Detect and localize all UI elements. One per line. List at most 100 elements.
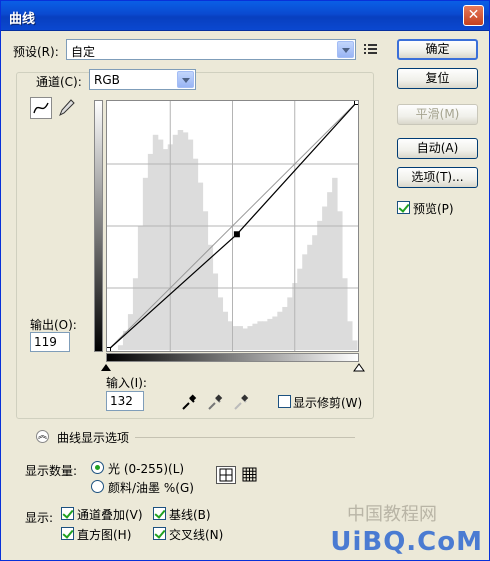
curve-canvas[interactable] [107,101,358,351]
show-clipping-checkbox[interactable] [278,395,291,408]
preview-checkbox[interactable] [397,201,410,214]
curve-control-point[interactable] [107,347,111,352]
list-menu-icon[interactable] [363,42,379,56]
histogram-bar [327,192,333,350]
curve-graph[interactable] [106,100,359,352]
histogram-bar [242,328,248,350]
curve-display-options-label: 曲线显示选项 [57,431,130,445]
histogram-bar [232,326,238,350]
histogram-bar [262,321,268,350]
black-point-slider-icon[interactable] [100,363,112,372]
histogram-bar [277,311,283,350]
output-field[interactable]: 119 [30,332,70,352]
output-gradient-bar [94,100,103,352]
histogram-bar [317,220,323,350]
histogram-bar [187,139,194,350]
histogram-bar [312,235,318,350]
reset-button[interactable]: 复位 [397,68,478,89]
gray-eyedropper-icon[interactable] [206,393,224,411]
histogram [117,130,358,350]
detailed-grid-icon[interactable] [241,466,259,484]
watermark-faint: 中国教程网 [347,504,437,525]
histogram-bar [222,311,229,350]
input-field[interactable]: 132 [106,391,144,411]
channel-overlays-label: 通道叠加(V) [77,508,143,522]
histogram-bar [162,149,169,350]
histogram-bar [142,177,149,350]
simple-grid-button[interactable] [216,466,236,484]
input-gradient-bar [106,353,359,362]
pigment-radio[interactable] [91,480,104,493]
channel-overlays-checkbox[interactable] [61,507,74,520]
divider [135,437,355,438]
ok-button[interactable]: 确定 [397,39,478,60]
histogram-bar [117,345,124,350]
histogram-bar [322,206,328,350]
histogram-bar [217,297,224,350]
histogram-bar [182,132,189,350]
histogram-bar [212,273,219,350]
black-eyedropper-icon[interactable] [180,393,198,411]
curves-dialog: 曲线 ✕ 预设(R): 自定 确定 复位 平滑(M) 自动(A) 选项(T)..… [0,0,490,561]
histogram-bar [132,278,139,350]
histogram-bar [202,211,209,350]
close-button[interactable]: ✕ [463,5,484,26]
options-button[interactable]: 选项(T)... [397,167,478,188]
white-point-slider-icon[interactable] [353,363,365,372]
histogram-bar [237,326,243,350]
preset-label: 预设(R): [13,45,59,59]
chevron-down-icon[interactable] [177,71,194,88]
histogram-bar [252,323,258,350]
chevron-down-icon[interactable] [337,41,354,58]
histogram-bar [302,254,308,350]
curve-point-tool[interactable] [30,97,52,119]
histogram-checkbox[interactable] [61,527,74,540]
pigment-radio-label: 颜料/油墨 %(G) [108,481,194,495]
preset-select[interactable]: 自定 [66,39,356,60]
input-label: 输入(I): [106,376,147,390]
histogram-bar [347,321,353,350]
curve-tool-icon [33,102,49,114]
smooth-button[interactable]: 平滑(M) [397,104,478,125]
show-label: 显示: [25,511,54,525]
histogram-label: 直方图(H) [77,528,132,542]
simple-grid-icon [219,468,233,482]
curve-control-point[interactable] [354,101,359,105]
intersection-line-checkbox[interactable] [153,527,166,540]
light-radio[interactable] [91,461,104,474]
curve-control-point[interactable] [233,231,240,238]
pencil-icon[interactable] [56,97,76,119]
window-title: 曲线 [9,12,36,27]
light-radio-label: 光 (0-255)(L) [108,462,185,476]
show-amount-label: 显示数量: [25,464,78,478]
histogram-bar [152,134,159,350]
histogram-bar [267,318,273,350]
histogram-bar [332,177,338,350]
expand-collapse-icon[interactable]: ︽ [36,430,49,443]
preset-value: 自定 [71,45,96,59]
histogram-bar [337,211,343,350]
channel-value: RGB [94,73,120,87]
channel-label: 通道(C): [33,73,85,90]
show-clipping-label: 显示修剪(W) [293,396,363,410]
histogram-bar [282,306,288,350]
title-bar[interactable]: 曲线 ✕ [1,1,489,31]
histogram-bar [172,134,179,350]
intersection-line-label: 交叉线(N) [169,528,224,542]
auto-button[interactable]: 自动(A) [397,138,478,159]
channel-select[interactable]: RGB [89,69,196,90]
histogram-bar [342,278,348,350]
histogram-bar [192,158,199,350]
output-label: 输出(O): [30,318,77,332]
histogram-bar [247,326,253,350]
histogram-bar [177,130,184,350]
white-eyedropper-icon[interactable] [232,393,250,411]
baseline-checkbox[interactable] [153,507,166,520]
histogram-bar [157,139,164,350]
watermark: UiBQ.CoM [330,527,483,557]
preview-label: 预览(P) [413,202,454,216]
histogram-bar [352,340,358,350]
histogram-bar [307,244,313,350]
histogram-bar [147,153,154,350]
histogram-bar [257,321,263,350]
